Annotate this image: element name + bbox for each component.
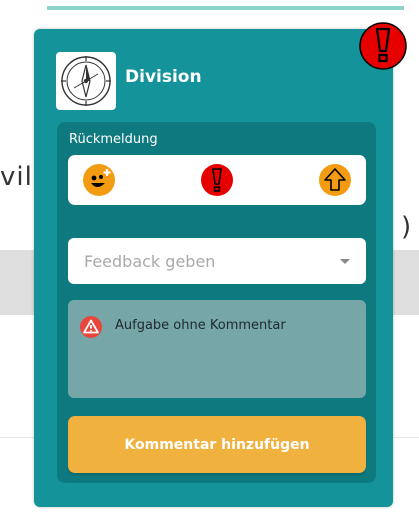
feedback-panel: Rückmeldung Feedback geben Aufgabe ohne … xyxy=(57,122,376,483)
add-comment-button[interactable]: Kommentar hinzufügen xyxy=(68,416,366,473)
background-text-fragment-right: ) xyxy=(401,212,412,242)
comment-status-text: Aufgabe ohne Kommentar xyxy=(115,318,286,333)
feedback-select[interactable]: Feedback geben xyxy=(68,238,366,284)
compass-icon xyxy=(56,52,116,110)
smiley-add-icon[interactable] xyxy=(82,163,116,197)
chevron-down-icon xyxy=(340,259,350,264)
exclamation-icon[interactable] xyxy=(200,163,234,197)
warning-icon xyxy=(80,316,102,338)
card-title: Division xyxy=(125,67,202,87)
comment-box: Aufgabe ohne Kommentar xyxy=(68,300,366,398)
reaction-bar xyxy=(68,155,366,205)
arrow-up-icon[interactable] xyxy=(318,163,352,197)
feedback-section-label: Rückmeldung xyxy=(69,132,158,147)
exclamation-icon[interactable] xyxy=(359,22,407,70)
background-text-fragment: vil xyxy=(0,162,33,192)
feedback-select-placeholder: Feedback geben xyxy=(84,252,216,271)
background-top-line xyxy=(47,6,404,10)
division-card: Division Rückmeldung Feedback geben Aufg… xyxy=(34,29,393,507)
